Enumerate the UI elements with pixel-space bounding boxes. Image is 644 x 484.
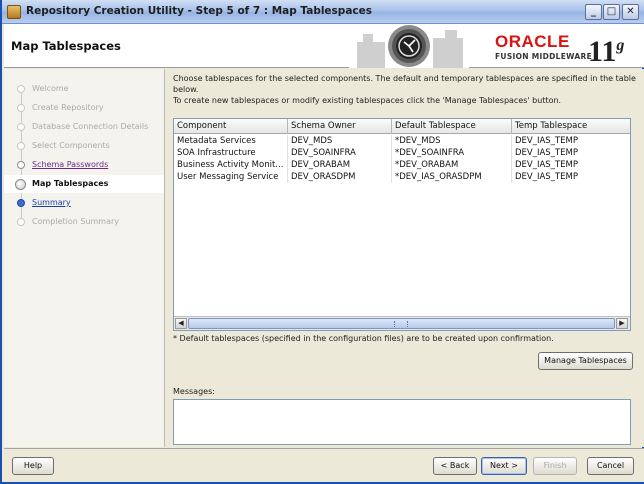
nav-step-completion-summary: Completion Summary	[4, 213, 164, 231]
bottom-button-bar: Help < Back Next > Finish Cancel	[4, 448, 644, 482]
cell-temp-tablespace[interactable]: DEV_IAS_TEMP	[512, 135, 630, 147]
nav-step-map-tablespaces: Map Tablespaces	[4, 175, 164, 193]
nav-step-label: Database Connection Details	[32, 122, 149, 131]
cell-default-tablespace[interactable]: *DEV_SOAINFRA	[392, 147, 512, 159]
cell-schema-owner: DEV_MDS	[288, 135, 392, 147]
window-title: Repository Creation Utility - Step 5 of …	[26, 5, 372, 17]
cancel-button[interactable]: Cancel	[587, 457, 634, 475]
app-icon	[7, 5, 21, 19]
nav-step-label: Select Components	[32, 141, 110, 150]
rcu-window: Repository Creation Utility - Step 5 of …	[0, 0, 644, 484]
messages-label: Messages:	[173, 387, 215, 396]
main-content: Choose tablespaces for the selected comp…	[166, 69, 644, 447]
cell-component: User Messaging Service	[174, 171, 288, 183]
page-title: Map Tablespaces	[11, 39, 121, 53]
nav-step-label: Map Tablespaces	[32, 179, 109, 188]
version-number: 11	[588, 35, 617, 68]
cell-default-tablespace[interactable]: *DEV_MDS	[392, 135, 512, 147]
title-bar: Repository Creation Utility - Step 5 of …	[2, 0, 644, 24]
nav-step-label: Summary	[32, 198, 71, 207]
cell-default-tablespace[interactable]: *DEV_ORABAM	[392, 159, 512, 171]
nav-step-create-repository: Create Repository	[4, 99, 164, 117]
next-button[interactable]: Next >	[481, 457, 527, 475]
wizard-steps-nav: Welcome Create Repository Database Conne…	[4, 69, 165, 447]
step-pending-icon	[17, 218, 25, 226]
cell-temp-tablespace[interactable]: DEV_IAS_TEMP	[512, 147, 630, 159]
cell-schema-owner: DEV_ORASDPM	[288, 171, 392, 183]
tablespace-table: Component Schema Owner Default Tablespac…	[173, 118, 631, 331]
manage-tablespaces-button[interactable]: Manage Tablespaces	[538, 352, 633, 370]
horizontal-scrollbar[interactable]: ◀ ▶	[174, 316, 630, 330]
maximize-icon[interactable]: □	[603, 4, 620, 20]
cell-component: Business Activity Monit...	[174, 159, 288, 171]
cell-temp-tablespace[interactable]: DEV_IAS_TEMP	[512, 159, 630, 171]
nav-step-label: Create Repository	[32, 103, 104, 112]
cell-default-tablespace[interactable]: *DEV_IAS_ORASDPM	[392, 171, 512, 183]
cell-schema-owner: DEV_SOAINFRA	[288, 147, 392, 159]
nav-step-label: Schema Passwords	[32, 160, 109, 169]
version-suffix: g	[616, 37, 625, 54]
column-header-temp-tablespace[interactable]: Temp Tablespace	[512, 119, 630, 134]
description: Choose tablespaces for the selected comp…	[173, 73, 638, 106]
scroll-right-icon[interactable]: ▶	[616, 318, 628, 329]
nav-step-schema-passwords[interactable]: Schema Passwords	[4, 156, 164, 174]
step-done-icon	[17, 85, 25, 93]
step-done-icon	[17, 142, 25, 150]
description-line-1: Choose tablespaces for the selected comp…	[173, 74, 636, 94]
nav-step-summary[interactable]: Summary	[4, 194, 164, 212]
cell-schema-owner: DEV_ORABAM	[288, 159, 392, 171]
step-link-icon	[17, 161, 25, 169]
table-row[interactable]: Business Activity Monit... DEV_ORABAM *D…	[174, 159, 630, 171]
table-row[interactable]: Metadata Services DEV_MDS *DEV_MDS DEV_I…	[174, 135, 630, 147]
description-line-2: To create new tablespaces or modify exis…	[173, 96, 562, 105]
scrollbar-thumb[interactable]	[188, 318, 615, 329]
scrollbar-grip-icon	[394, 321, 408, 327]
step-next-icon	[17, 199, 25, 207]
help-button[interactable]: Help	[12, 457, 54, 475]
cell-component: SOA Infrastructure	[174, 147, 288, 159]
column-header-default-tablespace[interactable]: Default Tablespace	[392, 119, 512, 134]
header-banner: Map Tablespaces ORACLE FUSION MIDDLEWARE…	[4, 24, 644, 68]
scroll-left-icon[interactable]: ◀	[175, 318, 187, 329]
close-icon[interactable]: ✕	[622, 4, 639, 20]
nav-step-select-components: Select Components	[4, 137, 164, 155]
column-header-schema-owner[interactable]: Schema Owner	[288, 119, 392, 134]
oracle-logo: ORACLE	[495, 32, 570, 51]
nav-step-database-connection: Database Connection Details	[4, 118, 164, 136]
product-name: FUSION MIDDLEWARE	[495, 52, 593, 61]
finish-button[interactable]: Finish	[533, 457, 577, 475]
table-row[interactable]: User Messaging Service DEV_ORASDPM *DEV_…	[174, 171, 630, 183]
step-done-icon	[17, 104, 25, 112]
nav-step-welcome: Welcome	[4, 80, 164, 98]
step-current-icon	[15, 179, 26, 190]
messages-area[interactable]	[173, 399, 631, 445]
cell-component: Metadata Services	[174, 135, 288, 147]
nav-step-label: Completion Summary	[32, 217, 120, 226]
table-row[interactable]: SOA Infrastructure DEV_SOAINFRA *DEV_SOA…	[174, 147, 630, 159]
nav-step-label: Welcome	[32, 84, 69, 93]
version-logo: 11g	[588, 28, 624, 70]
cell-temp-tablespace[interactable]: DEV_IAS_TEMP	[512, 171, 630, 183]
minimize-icon[interactable]: _	[585, 4, 602, 20]
table-header: Component Schema Owner Default Tablespac…	[174, 119, 630, 134]
back-button[interactable]: < Back	[433, 457, 477, 475]
default-tablespaces-note: * Default tablespaces (specified in the …	[173, 334, 554, 343]
gear-graphic-icon	[349, 24, 469, 68]
column-header-component[interactable]: Component	[174, 119, 288, 134]
step-done-icon	[17, 123, 25, 131]
